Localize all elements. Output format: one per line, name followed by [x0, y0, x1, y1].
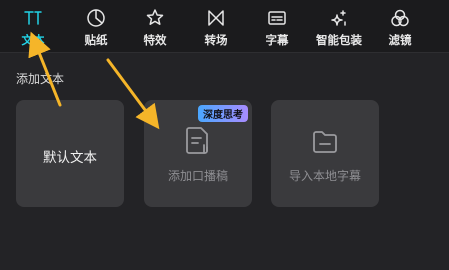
add-script-card[interactable]: 深度思考 添加口播稿	[144, 100, 252, 207]
subtitle-icon	[266, 7, 288, 29]
effects-icon	[144, 7, 166, 29]
tab-subtitle[interactable]: 字幕	[261, 0, 293, 52]
top-toolbar: 文本 贴纸 特效 转场 字幕 智能包装 滤镜	[0, 0, 449, 53]
tab-sticker-label: 贴纸	[84, 33, 108, 47]
tab-filter[interactable]: 滤镜	[384, 0, 416, 52]
transition-icon	[205, 7, 227, 29]
deep-thinking-badge: 深度思考	[198, 105, 248, 122]
filter-icon	[389, 7, 411, 29]
folder-icon	[311, 125, 339, 157]
import-subtitle-card[interactable]: 导入本地字幕	[271, 100, 379, 207]
tab-subtitle-label: 字幕	[265, 33, 289, 47]
tab-sticker[interactable]: 贴纸	[80, 0, 112, 52]
tab-transition[interactable]: 转场	[200, 0, 232, 52]
add-script-label: 添加口播稿	[167, 169, 228, 183]
tab-text[interactable]: 文本	[17, 0, 49, 52]
text-icon	[22, 7, 44, 29]
tab-effects[interactable]: 特效	[139, 0, 171, 52]
default-text-label: 默认文本	[43, 150, 97, 166]
smart-package-icon	[328, 7, 350, 29]
tab-effects-label: 特效	[143, 33, 167, 47]
tab-transition-label: 转场	[204, 33, 228, 47]
sticker-icon	[85, 7, 107, 29]
section-title: 添加文本	[16, 72, 65, 86]
tab-smart-package-label: 智能包装	[316, 33, 362, 47]
script-doc-icon	[184, 125, 212, 157]
default-text-card[interactable]: 默认文本	[16, 100, 124, 207]
tab-text-label: 文本	[21, 33, 45, 47]
tab-smart-package[interactable]: 智能包装	[313, 0, 365, 52]
tab-filter-label: 滤镜	[388, 33, 412, 47]
import-subtitle-label: 导入本地字幕	[288, 169, 361, 183]
